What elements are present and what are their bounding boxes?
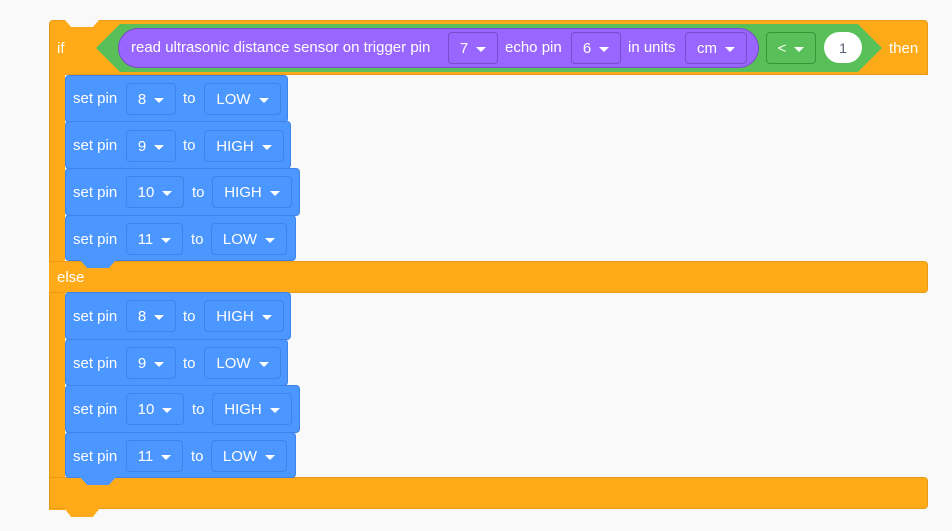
- state-value: LOW: [222, 230, 258, 248]
- set-pin-block[interactable]: set pin 8 to LOW: [65, 75, 288, 123]
- operator-value: <: [777, 39, 787, 57]
- caret-down-icon: [154, 361, 165, 367]
- caret-down-icon: [162, 190, 173, 196]
- ultrasonic-sensor-block[interactable]: read ultrasonic distance sensor on trigg…: [118, 28, 759, 68]
- pin-dropdown[interactable]: 9: [126, 130, 176, 162]
- echo-pin-value: 6: [582, 39, 592, 57]
- pin-dropdown[interactable]: 8: [126, 83, 176, 115]
- pin-value: 9: [137, 354, 147, 372]
- to-label: to: [192, 184, 205, 201]
- pin-dropdown[interactable]: 11: [126, 440, 183, 472]
- operator-dropdown[interactable]: <: [766, 32, 816, 64]
- to-label: to: [183, 355, 196, 372]
- echo-pin-dropdown[interactable]: 6: [571, 32, 621, 64]
- state-value: HIGH: [216, 307, 254, 325]
- caret-down-icon: [154, 144, 165, 150]
- set-pin-label: set pin: [73, 448, 118, 465]
- caret-down-icon: [162, 407, 173, 413]
- set-pin-label: set pin: [73, 90, 118, 107]
- set-pin-block[interactable]: set pin 10 to HIGH: [65, 385, 300, 433]
- state-value: LOW: [222, 447, 258, 465]
- caret-down-icon: [154, 97, 165, 103]
- state-dropdown[interactable]: LOW: [211, 440, 287, 472]
- state-value: HIGH: [224, 183, 262, 201]
- state-dropdown[interactable]: LOW: [211, 223, 287, 255]
- caret-down-icon: [725, 46, 735, 52]
- pin-value: 8: [137, 307, 147, 325]
- then-label: then: [889, 40, 919, 57]
- caret-down-icon: [265, 454, 276, 460]
- state-dropdown[interactable]: HIGH: [212, 393, 292, 425]
- set-pin-block[interactable]: set pin 9 to LOW: [65, 339, 288, 386]
- set-pin-label: set pin: [73, 137, 118, 154]
- set-pin-block[interactable]: set pin 11 to LOW: [65, 432, 296, 478]
- pin-value: 10: [137, 400, 155, 418]
- to-label: to: [192, 401, 205, 418]
- state-dropdown[interactable]: HIGH: [204, 130, 284, 162]
- pin-dropdown[interactable]: 11: [126, 223, 183, 255]
- state-value: HIGH: [224, 400, 262, 418]
- to-label: to: [191, 231, 204, 248]
- pin-dropdown[interactable]: 8: [126, 300, 176, 332]
- echo-pin-label: echo pin: [505, 39, 562, 56]
- pin-dropdown[interactable]: 10: [126, 176, 184, 208]
- state-dropdown[interactable]: LOW: [204, 83, 281, 115]
- pin-dropdown[interactable]: 10: [126, 393, 184, 425]
- units-value: cm: [697, 39, 717, 57]
- trigger-pin-dropdown[interactable]: 7: [448, 32, 498, 64]
- set-pin-label: set pin: [73, 231, 118, 248]
- set-pin-label: set pin: [73, 355, 118, 372]
- caret-down-icon: [476, 46, 487, 52]
- set-pin-block[interactable]: set pin 8 to HIGH: [65, 292, 291, 340]
- pin-value: 9: [137, 137, 147, 155]
- pin-value: 8: [137, 90, 147, 108]
- set-pin-label: set pin: [73, 401, 118, 418]
- caret-down-icon: [265, 237, 276, 243]
- compare-value-input[interactable]: 1: [824, 32, 862, 63]
- state-value: LOW: [216, 90, 251, 108]
- state-value: LOW: [216, 354, 251, 372]
- to-label: to: [191, 448, 204, 465]
- caret-down-icon: [161, 237, 172, 243]
- caret-down-icon: [269, 407, 280, 413]
- compare-value: 1: [839, 39, 847, 56]
- units-label: in units: [628, 39, 676, 56]
- trigger-pin-value: 7: [459, 39, 469, 57]
- if-label: if: [57, 40, 65, 57]
- caret-down-icon: [269, 190, 280, 196]
- caret-down-icon: [161, 454, 172, 460]
- pin-dropdown[interactable]: 9: [126, 347, 176, 379]
- pin-value: 10: [137, 183, 155, 201]
- set-pin-block[interactable]: set pin 10 to HIGH: [65, 168, 300, 216]
- caret-down-icon: [154, 314, 165, 320]
- pin-value: 11: [137, 447, 154, 465]
- sensor-label: read ultrasonic distance sensor on trigg…: [131, 39, 431, 56]
- else-bar[interactable]: [49, 261, 928, 293]
- caret-down-icon: [261, 144, 272, 150]
- caret-down-icon: [599, 46, 610, 52]
- state-value: HIGH: [216, 137, 254, 155]
- caret-down-icon: [261, 314, 272, 320]
- pin-value: 11: [137, 230, 154, 248]
- set-pin-block[interactable]: set pin 9 to HIGH: [65, 121, 291, 169]
- bottom-tab: [64, 508, 100, 517]
- set-pin-label: set pin: [73, 184, 118, 201]
- caret-down-icon: [794, 46, 805, 52]
- to-label: to: [183, 137, 196, 154]
- state-dropdown[interactable]: HIGH: [204, 300, 284, 332]
- set-pin-label: set pin: [73, 308, 118, 325]
- caret-down-icon: [258, 361, 269, 367]
- set-pin-block[interactable]: set pin 11 to LOW: [65, 215, 296, 261]
- caret-down-icon: [258, 97, 269, 103]
- else-label: else: [57, 269, 85, 286]
- units-dropdown[interactable]: cm: [685, 32, 747, 64]
- to-label: to: [183, 90, 196, 107]
- if-footer[interactable]: [49, 477, 928, 509]
- to-label: to: [183, 308, 196, 325]
- state-dropdown[interactable]: LOW: [204, 347, 281, 379]
- state-dropdown[interactable]: HIGH: [212, 176, 292, 208]
